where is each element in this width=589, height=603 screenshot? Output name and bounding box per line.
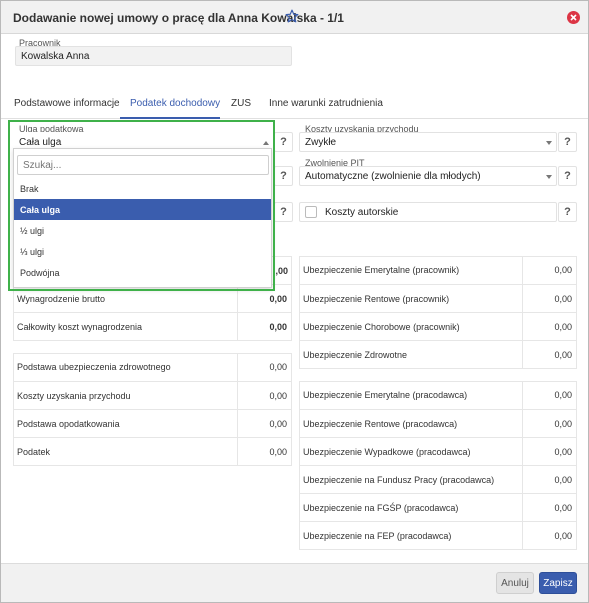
table-row: Wynagrodzenie brutto 0,00	[13, 284, 292, 312]
row-value: 0,00	[269, 391, 287, 401]
row-value: 0,00	[554, 294, 572, 304]
table-row: Ubezpieczenie Emerytalne (pracownik) 0,00	[299, 256, 577, 284]
dropdown-option-selected[interactable]: Cała ulga	[14, 199, 271, 220]
help-button-costs[interactable]: ?	[558, 132, 577, 152]
help-button-left-3[interactable]: ?	[274, 202, 293, 222]
dropdown-search-input[interactable]	[17, 155, 269, 175]
table-row: Ubezpieczenie Rentowe (pracodawca) 0,00	[299, 409, 577, 437]
table-row: Koszty uzyskania przychodu 0,00	[13, 381, 292, 409]
row-value: 0,00	[554, 419, 572, 429]
active-tab-indicator	[120, 117, 220, 119]
table-row: Podatek 0,00	[13, 437, 292, 465]
tab-zus[interactable]: ZUS	[231, 98, 251, 109]
tab-other-conditions[interactable]: Inne warunki zatrudnienia	[269, 98, 383, 109]
pit-exemption-select[interactable]: Automatyczne (zwolnienie dla młodych)	[299, 166, 557, 186]
table-row: Podstawa ubezpieczenia zdrowotnego 0,00	[13, 353, 292, 381]
row-label: Ubezpieczenie na FEP (pracodawca)	[303, 531, 452, 541]
chevron-down-icon	[546, 175, 552, 179]
row-value: 0,00	[554, 350, 572, 360]
table-row: Ubezpieczenie Wypadkowe (pracodawca) 0,00	[299, 437, 577, 465]
author-costs-row: Koszty autorskie	[299, 202, 557, 222]
row-value: 0,00	[554, 503, 572, 513]
help-button-left-2[interactable]: ?	[274, 166, 293, 186]
tax-relief-value: Cała ulga	[19, 137, 62, 148]
table-row: Podstawa opodatkowania 0,00	[13, 409, 292, 437]
gross-salary-label: Wynagrodzenie brutto	[17, 294, 105, 304]
contract-dialog: Dodawanie nowej umowy o pracę dla Anna K…	[0, 0, 589, 603]
help-button-pit-exemption[interactable]: ?	[558, 166, 577, 186]
row-value: 0,00	[554, 531, 572, 541]
employee-field: Kowalska Anna	[15, 46, 292, 66]
dialog-titlebar: Dodawanie nowej umowy o pracę dla Anna K…	[1, 1, 588, 34]
dropdown-option[interactable]: Brak	[14, 178, 271, 199]
row-value: 0,00	[554, 390, 572, 400]
row-value: 0,00	[269, 362, 287, 372]
row-label: Ubezpieczenie Wypadkowe (pracodawca)	[303, 447, 471, 457]
table-row: Ubezpieczenie Chorobowe (pracownik) 0,00	[299, 312, 577, 340]
row-label: Ubezpieczenie Zdrowotne	[303, 350, 408, 360]
row-value: 0,00	[554, 447, 572, 457]
dropdown-option[interactable]: ½ ulgi	[14, 220, 271, 241]
table-row: Ubezpieczenie Emerytalne (pracodawca) 0,0…	[299, 381, 577, 409]
row-value: 0,00	[554, 475, 572, 485]
costs-select[interactable]: Zwykłe	[299, 132, 557, 152]
row-label: Podstawa opodatkowania	[17, 419, 120, 429]
row-value: 0,00	[269, 447, 287, 457]
author-costs-label: Koszty autorskie	[325, 207, 399, 218]
row-label: Podstawa ubezpieczenia zdrowotnego	[17, 362, 171, 372]
table-row: Ubezpieczenie na FGŚP (pracodawca) 0,00	[299, 493, 577, 521]
tab-income-tax[interactable]: Podatek dochodowy	[130, 98, 220, 109]
table-row: Ubezpieczenie na Fundusz Pracy (pracodaw…	[299, 465, 577, 493]
row-label: Ubezpieczenie na FGŚP (pracodawca)	[303, 503, 459, 513]
table-row: Ubezpieczenie Rentowe (pracownik) 0,00	[299, 284, 577, 312]
star-icon[interactable]	[285, 9, 299, 23]
tab-bar: Podstawowe informacje Podatek dochodowy …	[1, 90, 588, 119]
row-value: 0,00	[554, 265, 572, 275]
row-label: Koszty uzyskania przychodu	[17, 391, 131, 401]
tax-relief-dropdown: Brak Cała ulga ½ ulgi ⅓ ulgi Podwójna	[13, 148, 272, 288]
row-value: 0,00	[269, 419, 287, 429]
chevron-down-icon	[546, 141, 552, 145]
dropdown-option[interactable]: Podwójna	[14, 262, 271, 283]
costs-value: Zwykłe	[305, 137, 337, 148]
row-value: 0,00	[554, 322, 572, 332]
chevron-up-icon	[263, 141, 269, 145]
dropdown-option[interactable]: ⅓ ulgi	[14, 241, 271, 262]
gross-salary-value: 0,00	[269, 294, 287, 304]
tab-basic-info[interactable]: Podstawowe informacje	[14, 98, 120, 109]
help-button-tax-relief[interactable]: ?	[274, 132, 293, 152]
help-button-author-costs[interactable]: ?	[558, 202, 577, 222]
cancel-button[interactable]: Anuluj	[496, 572, 534, 594]
pit-exemption-value: Automatyczne (zwolnienie dla młodych)	[305, 171, 481, 182]
total-cost-label: Całkowity koszt wynagrodzenia	[17, 322, 143, 332]
row-label: Podatek	[17, 447, 51, 457]
row-label: Ubezpieczenie Rentowe (pracownik)	[303, 294, 450, 304]
table-row: Całkowity koszt wynagrodzenia 0,00	[13, 312, 292, 340]
save-button[interactable]: Zapisz	[539, 572, 577, 594]
author-costs-checkbox[interactable]	[305, 206, 317, 218]
dialog-footer: Anuluj Zapisz	[1, 563, 588, 602]
total-cost-value: 0,00	[269, 322, 287, 332]
row-label: Ubezpieczenie na Fundusz Pracy (pracodaw…	[303, 475, 495, 485]
close-icon[interactable]	[567, 11, 580, 24]
row-label: Ubezpieczenie Emerytalne (pracodawca)	[303, 390, 468, 400]
table-row: Ubezpieczenie Zdrowotne 0,00	[299, 340, 577, 368]
row-label: Ubezpieczenie Rentowe (pracodawca)	[303, 419, 458, 429]
row-label: Ubezpieczenie Chorobowe (pracownik)	[303, 322, 460, 332]
row-label: Ubezpieczenie Emerytalne (pracownik)	[303, 265, 460, 275]
table-row: Ubezpieczenie na FEP (pracodawca) 0,00	[299, 521, 577, 549]
